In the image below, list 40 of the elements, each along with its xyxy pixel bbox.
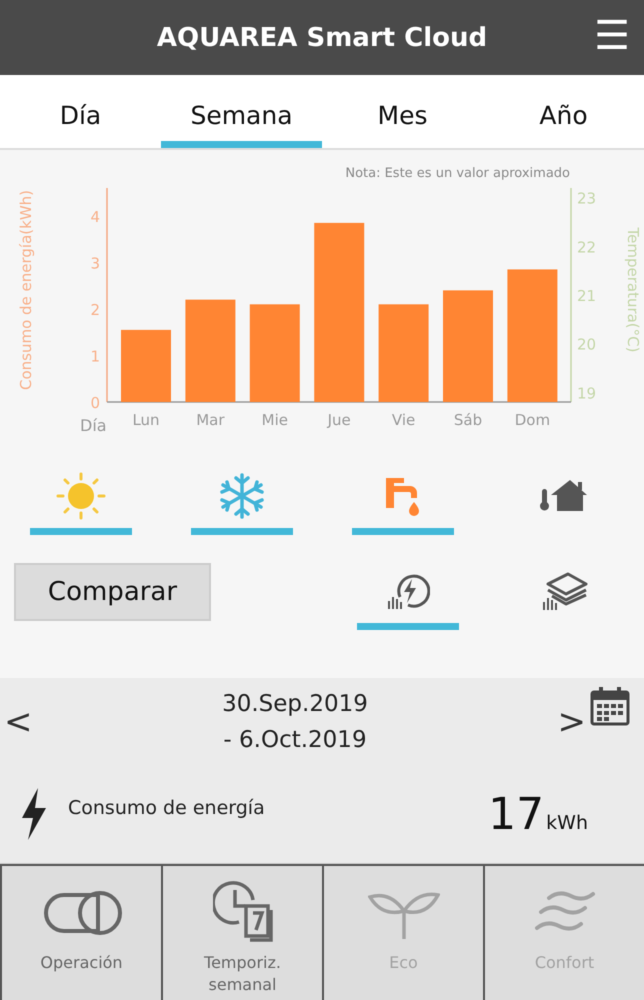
x-tick-label: Lun — [132, 411, 160, 429]
previous-button[interactable]: < — [0, 702, 36, 742]
energy-label: Consumo de energía — [68, 797, 266, 819]
x-axis-title: Día — [80, 416, 107, 435]
y-tick-label: 4 — [90, 208, 100, 226]
y-tick-label: 3 — [90, 254, 100, 272]
period-tab[interactable]: Año — [483, 75, 644, 148]
layers-icon — [542, 571, 588, 611]
x-tick-label: Mie — [262, 411, 288, 429]
energy-unit: kWh — [546, 812, 588, 834]
app-title: AQUAREA Smart Cloud — [156, 22, 488, 52]
sun-icon — [54, 472, 106, 520]
x-tick-label: Vie — [392, 411, 416, 429]
y-tick-label: 0 — [90, 394, 100, 412]
house-thermometer-icon — [538, 479, 588, 513]
y2-axis-title: Temperatura(°C) — [624, 228, 642, 352]
lightning-icon — [20, 788, 48, 840]
y-tick-label: 2 — [90, 300, 100, 319]
date-range: - 6.Oct.2019 — [223, 726, 367, 754]
calendar-icon — [590, 686, 630, 726]
x-tick-label: Mar — [196, 411, 225, 429]
y-axis-title: Consumo de energía(kWh) — [17, 190, 35, 390]
period-tab[interactable]: Mes — [322, 75, 483, 148]
y2-tick-label: 23 — [577, 190, 596, 208]
y2-tick-label: 20 — [577, 336, 596, 354]
chart-note: Nota: Este es un valor aproximado — [345, 166, 570, 181]
x-tick-label: Dom — [514, 411, 550, 429]
next-button[interactable]: > — [554, 702, 590, 742]
x-tick-label: Jue — [328, 411, 351, 429]
y2-tick-label: 19 — [577, 384, 596, 402]
x-tick-label: Sáb — [454, 411, 482, 429]
period-tab[interactable]: Semana — [161, 75, 322, 148]
energy-value: 17 — [488, 788, 544, 840]
y-tick-label: 1 — [90, 347, 100, 366]
menu-button[interactable]: ☰ — [594, 14, 630, 58]
period-tab[interactable]: Día — [0, 75, 161, 148]
y2-tick-label: 21 — [577, 287, 596, 305]
compare-button[interactable]: Comparar — [14, 563, 211, 621]
y2-tick-label: 22 — [577, 238, 596, 256]
date-range: 30.Sep.2019 — [222, 690, 368, 718]
